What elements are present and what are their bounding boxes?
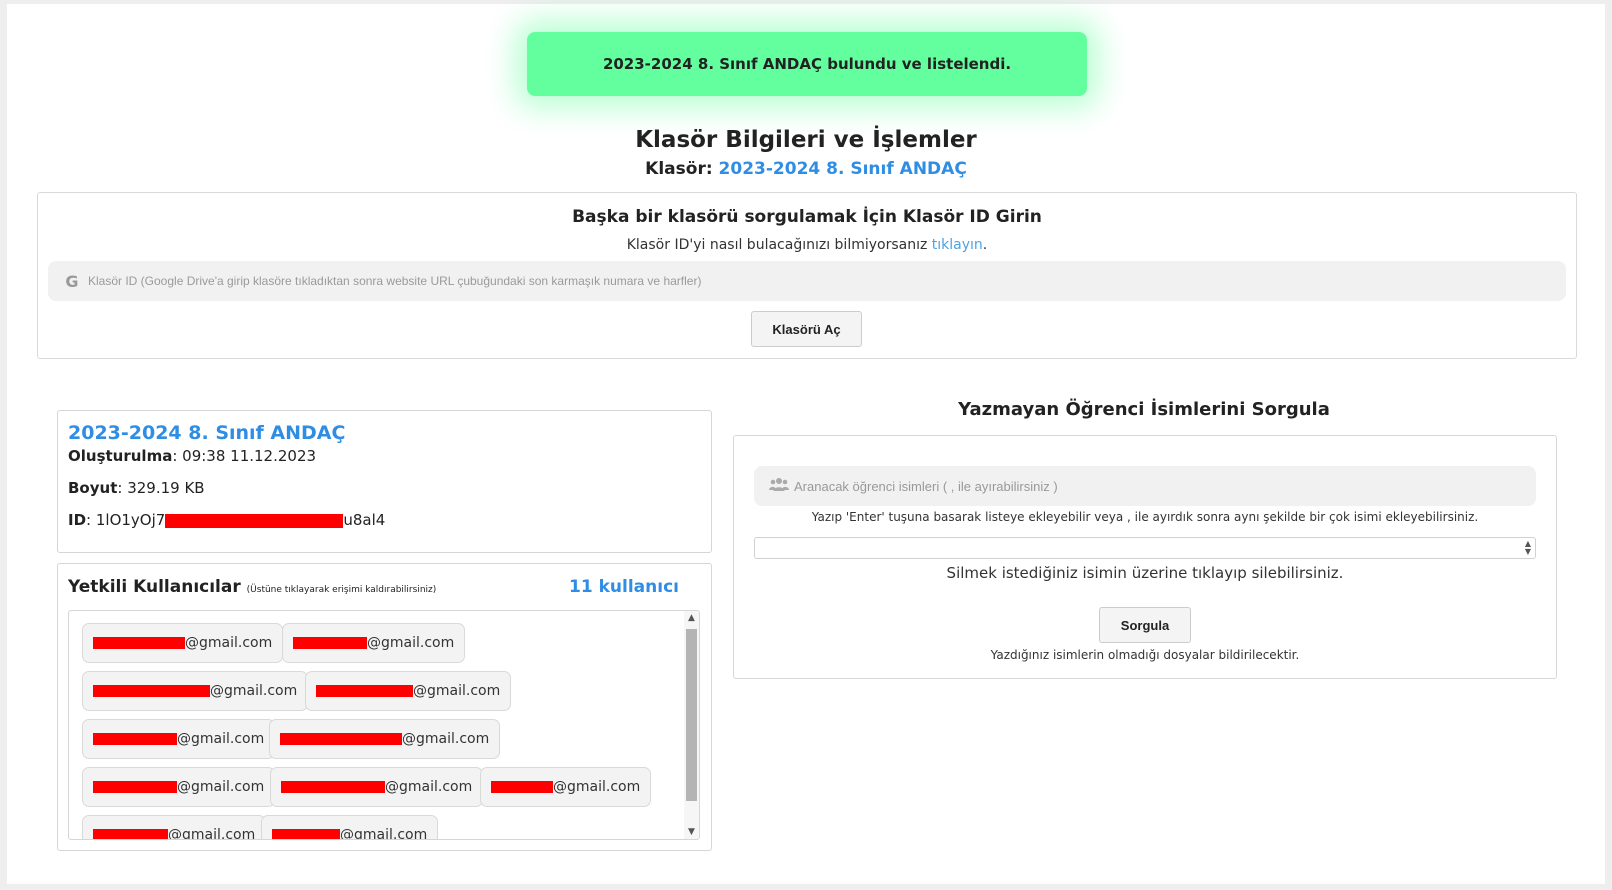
query-button[interactable]: Sorgula <box>1099 607 1191 643</box>
add-names-hint: Yazıp 'Enter' tuşuna basarak listeye ekl… <box>811 510 1479 524</box>
user-email-domain: @gmail.com <box>168 827 256 840</box>
folder-info-card: 2023-2024 8. Sınıf ANDAÇ Oluşturulma: 09… <box>57 410 712 553</box>
scroll-down-icon[interactable]: ▼ <box>684 827 699 837</box>
folder-name-link[interactable]: 2023-2024 8. Sınıf ANDAÇ <box>719 159 967 179</box>
user-email-domain: @gmail.com <box>210 683 298 699</box>
user-chip[interactable]: @gmail.com <box>305 671 512 711</box>
names-query-card: Yazıp 'Enter' tuşuna basarak listeye ekl… <box>733 435 1557 679</box>
users-list[interactable]: @gmail.com @gmail.com @gmail.com @gmail.… <box>68 610 700 840</box>
user-chip[interactable]: @gmail.com <box>261 815 439 840</box>
redaction-mark <box>316 685 413 697</box>
user-email-domain: @gmail.com <box>553 779 641 795</box>
users-title-text: Yetkili Kullanıcılar <box>68 577 241 597</box>
user-chip[interactable]: @gmail.com <box>82 815 267 840</box>
id-label: ID <box>68 511 87 529</box>
redaction-mark <box>281 781 385 793</box>
created-row: Oluşturulma: 09:38 11.12.2023 <box>68 447 316 465</box>
help-link[interactable]: tıklayın <box>932 237 983 253</box>
user-chip[interactable]: @gmail.com <box>480 767 652 807</box>
redaction-mark <box>272 829 340 839</box>
delete-names-hint: Silmek istediğiniz isimin üzerine tıklay… <box>946 564 1344 582</box>
page-title: Klasör Bilgileri ve İşlemler <box>635 127 977 153</box>
folder-name[interactable]: 2023-2024 8. Sınıf ANDAÇ <box>68 422 345 444</box>
query-help-text: Klasör ID'yi nasıl bulacağınızı bilmiyor… <box>626 237 928 253</box>
toast-message: 2023-2024 8. Sınıf ANDAÇ bulundu ve list… <box>602 55 1012 73</box>
users-list-scrollbar[interactable]: ▲ ▼ <box>684 611 699 839</box>
user-email-domain: @gmail.com <box>177 731 265 747</box>
result-hint: Yazdığınız isimlerin olmadığı dosyalar b… <box>990 648 1300 662</box>
size-value: : 329.19 KB <box>117 479 205 497</box>
open-folder-button[interactable]: Klasörü Aç <box>751 311 862 347</box>
redaction-mark <box>93 733 177 745</box>
user-email-domain: @gmail.com <box>413 683 501 699</box>
folder-id-field[interactable]: G <box>48 261 1566 301</box>
spinner-icon: ▲ ▼ <box>1524 539 1531 556</box>
size-row: Boyut: 329.19 KB <box>68 479 205 497</box>
query-help: Klasör ID'yi nasıl bulacağınızı bilmiyor… <box>38 237 1576 253</box>
size-label: Boyut <box>68 479 118 497</box>
user-email-domain: @gmail.com <box>340 827 428 840</box>
redaction-mark <box>93 637 185 649</box>
users-count: 11 kullanıcı <box>569 577 679 597</box>
redaction-mark <box>293 637 367 649</box>
success-toast: 2023-2024 8. Sınıf ANDAÇ bulundu ve list… <box>527 32 1087 96</box>
user-email-domain: @gmail.com <box>367 635 455 651</box>
google-icon: G <box>65 271 79 291</box>
users-subtitle: (Üstüne tıklayarak erişimi kaldırabilirs… <box>246 585 437 595</box>
user-email-domain: @gmail.com <box>385 779 473 795</box>
redaction-mark <box>491 781 553 793</box>
id-row: ID: 1lO1yOj7 u8al4 <box>68 511 385 529</box>
folder-line: Klasör: 2023-2024 8. Sınıf ANDAÇ <box>0 159 1612 179</box>
user-chip[interactable]: @gmail.com <box>282 623 466 663</box>
authorized-users-card: Yetkili Kullanıcılar (Üstüne tıklayarak … <box>57 563 712 851</box>
redaction-mark <box>93 829 168 839</box>
user-email-domain: @gmail.com <box>177 779 265 795</box>
user-chip[interactable]: @gmail.com <box>269 719 501 759</box>
created-label: Oluşturulma <box>68 447 173 465</box>
user-chip[interactable]: @gmail.com <box>82 671 309 711</box>
users-title: Yetkili Kullanıcılar (Üstüne tıklayarak … <box>68 577 436 597</box>
names-query-title: Yazmayan Öğrenci İsimlerini Sorgula <box>958 399 1330 420</box>
id-suffix: u8al4 <box>343 511 386 529</box>
names-list-select[interactable]: ▲ ▼ <box>754 537 1536 559</box>
folder-id-input[interactable] <box>88 274 1538 288</box>
user-chip[interactable]: @gmail.com <box>82 719 276 759</box>
scroll-up-icon[interactable]: ▲ <box>684 613 699 623</box>
id-prefix: : 1lO1yOj7 <box>86 511 166 529</box>
user-chip[interactable]: @gmail.com <box>82 767 276 807</box>
created-value: : 09:38 11.12.2023 <box>172 447 317 465</box>
query-help-end: . <box>982 237 988 253</box>
folder-query-panel: Başka bir klasörü sorgulamak İçin Klasör… <box>37 192 1577 359</box>
query-heading: Başka bir klasörü sorgulamak İçin Klasör… <box>572 207 1042 227</box>
user-chip[interactable]: @gmail.com <box>82 623 284 663</box>
user-chip[interactable]: @gmail.com <box>270 767 484 807</box>
people-icon <box>764 477 794 495</box>
redaction-mark <box>93 781 177 793</box>
redaction-mark <box>93 685 210 697</box>
user-email-domain: @gmail.com <box>185 635 273 651</box>
user-email-domain: @gmail.com <box>402 731 490 747</box>
redaction-mark <box>165 513 344 528</box>
folder-label: Klasör: <box>645 159 713 179</box>
redaction-mark <box>280 733 402 745</box>
student-names-input[interactable] <box>794 478 1514 494</box>
scrollbar-thumb[interactable] <box>686 629 697 801</box>
student-names-field[interactable] <box>754 466 1536 506</box>
